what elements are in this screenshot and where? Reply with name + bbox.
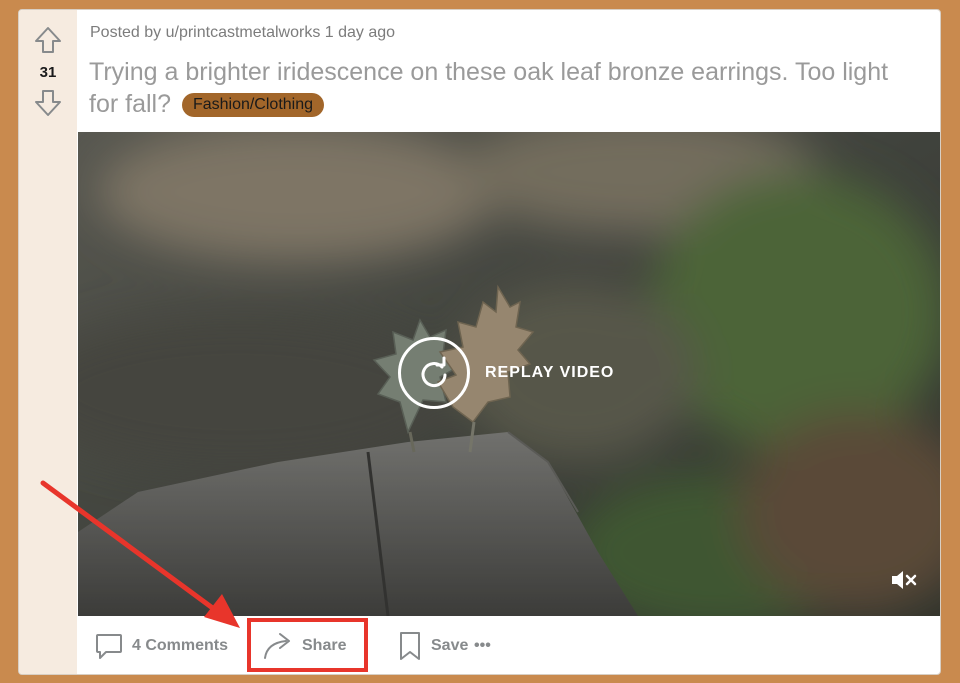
post-content: Posted by u/printcastmetalworks 1 day ag… xyxy=(77,10,940,674)
replay-video-button[interactable]: REPLAY VIDEO xyxy=(398,337,614,409)
comment-bubble-icon xyxy=(96,634,122,659)
share-arrow-icon xyxy=(264,633,290,659)
vote-column: 31 xyxy=(19,10,77,674)
post-title[interactable]: Trying a brighter iridescence on these o… xyxy=(89,56,909,120)
post-actions-bar: 4 Comments Share Save ••• xyxy=(77,616,940,674)
save-label: Save xyxy=(431,637,469,654)
more-options-button[interactable]: ••• xyxy=(474,629,491,663)
video-player[interactable]: REPLAY VIDEO xyxy=(78,132,940,616)
mute-toggle[interactable] xyxy=(890,568,918,592)
upvote-button[interactable] xyxy=(32,24,64,56)
post-card[interactable]: 31 Posted by u/printcastmetalworks 1 day… xyxy=(18,9,941,675)
bookmark-icon xyxy=(400,632,420,660)
arrow-down-icon xyxy=(35,90,61,116)
comments-button[interactable]: 4 Comments xyxy=(94,629,228,663)
flair-badge[interactable]: Fashion/Clothing xyxy=(181,93,325,117)
arrow-up-icon xyxy=(35,27,61,53)
post-meta[interactable]: Posted by u/printcastmetalworks 1 day ag… xyxy=(90,24,395,42)
vote-score: 31 xyxy=(39,64,57,81)
muted-speaker-icon xyxy=(892,571,917,589)
replay-video-label: REPLAY VIDEO xyxy=(485,364,615,381)
comments-label: 4 Comments xyxy=(132,637,229,654)
downvote-button[interactable] xyxy=(32,87,64,119)
replay-icon xyxy=(398,337,470,409)
share-label: Share xyxy=(302,637,347,654)
save-button[interactable]: Save xyxy=(397,629,468,663)
more-options-label: ••• xyxy=(474,637,491,654)
share-button[interactable]: Share xyxy=(262,629,346,663)
